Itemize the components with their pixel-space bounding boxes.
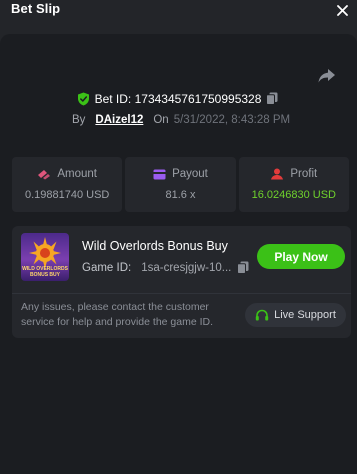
coins-icon	[38, 170, 51, 180]
stat-payout-label: Payout	[172, 168, 208, 180]
headset-icon	[255, 309, 269, 320]
bet-id: Bet ID: 1734345761750995328	[94, 92, 262, 106]
close-button[interactable]	[334, 2, 350, 18]
bet-slip-window: Bet Slip Bet ID: 1734345761750995328 By …	[0, 0, 357, 474]
stat-payout-value: 81.6 x	[165, 189, 196, 201]
stat-profit-value: 16.0246830 USD	[251, 189, 337, 201]
copy-icon	[266, 92, 278, 105]
game-id-label: Game ID:	[82, 262, 132, 274]
share-icon	[318, 69, 335, 83]
copy-bet-id-button[interactable]	[266, 92, 280, 106]
stat-profit-label: Profit	[290, 168, 318, 180]
game-id-value: 1sa-cresjgjw-10...	[141, 262, 232, 274]
close-icon	[336, 4, 348, 16]
stat-payout: Payout 81.6 x	[125, 157, 236, 212]
copy-icon	[237, 261, 249, 274]
profit-icon	[271, 168, 284, 180]
game-card: WILD OVERLORDS BONUS BUY Wild Overlords …	[12, 226, 351, 338]
stats-row: Amount 0.19881740 USD Payout 81.6 x Prof…	[12, 157, 349, 212]
on-label: On	[153, 114, 169, 126]
card-icon	[153, 169, 166, 179]
game-id-row: Game ID: 1sa-cresjgjw-10...	[82, 261, 251, 275]
stat-profit: Profit 16.0246830 USD	[238, 157, 349, 212]
stat-amount-value: 0.19881740 USD	[24, 189, 110, 201]
live-support-label: Live Support	[274, 309, 336, 321]
username-link[interactable]: DAizel12	[95, 114, 143, 126]
game-title: Wild Overlords Bonus Buy	[82, 239, 228, 253]
share-button[interactable]	[317, 67, 337, 85]
play-now-button[interactable]: Play Now	[257, 244, 345, 269]
live-support-button[interactable]: Live Support	[245, 303, 346, 327]
by-label: By	[72, 114, 86, 126]
shield-check-icon	[77, 92, 89, 106]
copy-game-id-button[interactable]	[237, 261, 251, 275]
thumbnail-caption: WILD OVERLORDS BONUS BUY	[22, 266, 68, 278]
bet-date: 5/31/2022, 8:43:28 PM	[173, 114, 291, 126]
divider	[12, 293, 351, 294]
bet-meta-row: By DAizel12 On 5/31/2022, 8:43:28 PM	[72, 112, 290, 128]
stat-amount: Amount 0.19881740 USD	[12, 157, 123, 212]
bet-id-row: Bet ID: 1734345761750995328	[0, 90, 357, 108]
page-title: Bet Slip	[11, 1, 61, 16]
game-thumbnail[interactable]: WILD OVERLORDS BONUS BUY	[21, 233, 69, 281]
header: Bet Slip	[0, 0, 357, 28]
stat-amount-label: Amount	[57, 168, 97, 180]
support-note: Any issues, please contact the customer …	[21, 301, 214, 328]
